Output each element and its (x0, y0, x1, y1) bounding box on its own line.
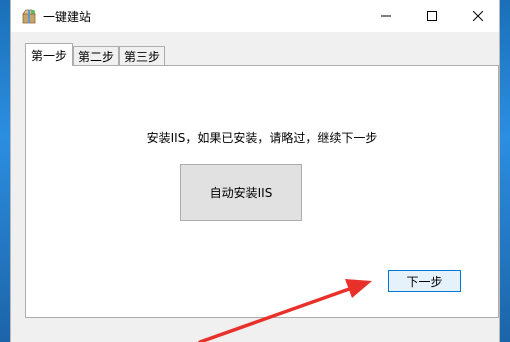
instruction-text: 安装IIS，如果已安装，请略过，继续下一步 (146, 131, 378, 145)
auto-install-iis-button[interactable]: 自动安装IIS (180, 164, 302, 221)
close-icon (473, 11, 483, 21)
tab-panel-step-1: 安装IIS，如果已安装，请略过，继续下一步 自动安装IIS 下一步 (25, 65, 499, 318)
tab-step-3[interactable]: 第三步 (119, 46, 165, 66)
desktop-background-left (0, 0, 10, 342)
maximize-icon (427, 11, 437, 21)
tab-step-2[interactable]: 第二步 (73, 46, 119, 66)
app-window: 一键建站 第一步 第二步 第三步 安装IIS，如果已安装，请略过，继续下一步 自… (10, 0, 500, 342)
window-title: 一键建站 (43, 10, 92, 24)
desktop-background-right (500, 0, 510, 342)
close-button[interactable] (455, 0, 501, 32)
next-step-button[interactable]: 下一步 (388, 270, 461, 292)
tab-step-1[interactable]: 第一步 (25, 43, 73, 66)
maximize-button[interactable] (409, 0, 455, 32)
minimize-icon (381, 15, 391, 17)
title-bar[interactable]: 一键建站 (11, 0, 499, 32)
minimize-button[interactable] (363, 0, 409, 32)
package-icon (21, 8, 37, 24)
